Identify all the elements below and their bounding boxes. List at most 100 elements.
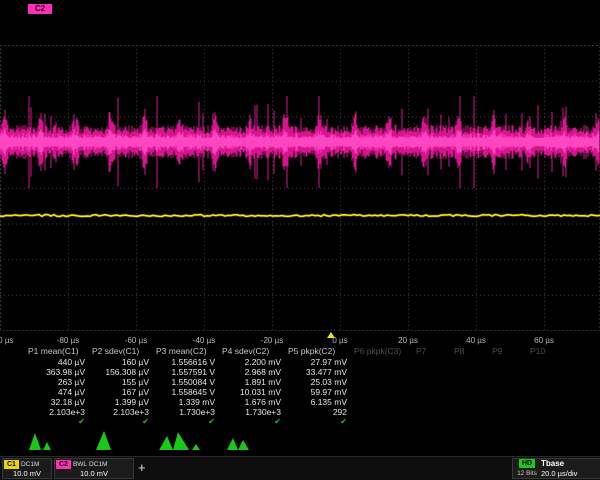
bits-label: 12 Bits <box>513 470 541 477</box>
measure-cell: 1.891 mV <box>220 377 286 387</box>
table-spacer <box>0 367 26 377</box>
measure-cell <box>352 357 414 367</box>
bottom-bar: C1 DC1M 10.0 mV C2 BWL DC1M 10.0 mV + HD… <box>0 456 600 480</box>
measure-column-header[interactable]: P6 pkpk(C3) <box>352 346 414 357</box>
c2-scale-value: 10.0 mV <box>55 469 133 478</box>
status-check-icon: ✔ <box>154 417 220 427</box>
measure-column-header[interactable]: P5 pkpk(C2) <box>286 346 352 357</box>
histicon-P3[interactable] <box>158 429 204 451</box>
timebase-value: 20.0 µs/div <box>541 469 600 478</box>
measure-cell: 263 µV <box>26 377 90 387</box>
measure-cell: 1.556616 V <box>154 357 220 367</box>
measure-cell <box>414 377 452 387</box>
measure-cell <box>352 407 414 417</box>
measure-cell: 25.03 mV <box>286 377 352 387</box>
status-check-icon <box>414 417 452 427</box>
timebase-label: Tbase <box>541 459 600 468</box>
measure-cell <box>414 357 452 367</box>
measure-cell <box>414 397 452 407</box>
c1-scale-value: 10.0 mV <box>3 469 51 478</box>
histicon-P4[interactable] <box>224 429 270 451</box>
status-check-icon <box>352 417 414 427</box>
time-axis-label: 20 µs <box>398 336 418 345</box>
measure-cell <box>490 387 528 397</box>
measure-cell: 2.103e+3 <box>90 407 154 417</box>
measure-cell: 155 µV <box>90 377 154 387</box>
measure-cell: 156.308 µV <box>90 367 154 377</box>
add-trace-button[interactable]: + <box>138 459 146 477</box>
c2-bwl-label: BWL <box>73 461 87 468</box>
measure-cell <box>490 377 528 387</box>
c2-coupling-label: DC1M <box>89 461 107 468</box>
measure-cell: 1.399 µV <box>90 397 154 407</box>
waveform-display[interactable] <box>0 45 600 331</box>
measure-column-header[interactable]: P4 sdev(C2) <box>220 346 286 357</box>
measure-cell <box>528 387 568 397</box>
status-check-icon: ✔ <box>220 417 286 427</box>
measure-cell: 6.135 mV <box>286 397 352 407</box>
measure-cell: 440 µV <box>26 357 90 367</box>
time-axis-label: -80 µs <box>57 336 79 345</box>
measure-cell <box>352 397 414 407</box>
table-spacer <box>0 397 26 407</box>
measure-column-header[interactable]: P9 <box>490 346 528 357</box>
oscilloscope-screen: C2 -100 µs-80 µs-60 µs-40 µs-20 µs0 µs20… <box>0 0 600 480</box>
time-axis-label: -60 µs <box>125 336 147 345</box>
measure-cell: 2.200 mV <box>220 357 286 367</box>
time-axis-label: -40 µs <box>193 336 215 345</box>
table-spacer <box>0 357 26 367</box>
measure-cell <box>490 397 528 407</box>
status-check-icon <box>490 417 528 427</box>
measure-cell: 2.968 mV <box>220 367 286 377</box>
measure-cell <box>452 407 490 417</box>
status-check-icon: ✔ <box>286 417 352 427</box>
histicon-P1[interactable] <box>26 429 72 451</box>
channel-descriptor-c1[interactable]: C1 DC1M 10.0 mV <box>2 458 52 479</box>
measure-column-header[interactable]: P10 <box>528 346 568 357</box>
table-spacer <box>0 346 26 357</box>
measure-column-header[interactable]: P3 mean(C2) <box>154 346 220 357</box>
measure-cell <box>490 357 528 367</box>
measure-cell <box>452 357 490 367</box>
measure-cell <box>490 407 528 417</box>
measure-cell <box>528 407 568 417</box>
measure-cell: 59.97 mV <box>286 387 352 397</box>
measure-cell: 167 µV <box>90 387 154 397</box>
measure-table: P1 mean(C1)P2 sdev(C1)P3 mean(C2)P4 sdev… <box>0 346 600 427</box>
measure-cell: 160 µV <box>90 357 154 367</box>
time-axis-label: 40 µs <box>466 336 486 345</box>
measure-cell: 1.557591 V <box>154 367 220 377</box>
c2-chip: C2 <box>56 460 71 469</box>
channel-descriptor-c2[interactable]: C2 BWL DC1M 10.0 mV <box>54 458 134 479</box>
measure-cell: 33.477 mV <box>286 367 352 377</box>
c1-chip: C1 <box>4 460 19 469</box>
measure-cell: 10.031 mV <box>220 387 286 397</box>
measure-cell <box>414 367 452 377</box>
measure-column-header[interactable]: P1 mean(C1) <box>26 346 90 357</box>
measure-column-header[interactable]: P2 sdev(C1) <box>90 346 154 357</box>
table-spacer <box>0 387 26 397</box>
measure-cell <box>414 387 452 397</box>
measure-cell <box>452 377 490 387</box>
measure-cell: 1.339 mV <box>154 397 220 407</box>
waveform-area <box>0 45 600 331</box>
table-spacer <box>0 417 26 427</box>
measure-cell: 2.103e+3 <box>26 407 90 417</box>
table-spacer <box>0 377 26 387</box>
time-axis-label: 60 µs <box>534 336 554 345</box>
measure-cell <box>352 387 414 397</box>
measure-cell <box>452 367 490 377</box>
measure-column-header[interactable]: P8 <box>452 346 490 357</box>
histicon-row <box>0 429 600 452</box>
measure-cell: 27.97 mV <box>286 357 352 367</box>
measure-cell: 1.676 mV <box>220 397 286 407</box>
measure-cell <box>414 407 452 417</box>
trace-label-c2[interactable]: C2 <box>28 4 52 14</box>
c1-coupling-label: DC1M <box>21 461 39 468</box>
timebase-descriptor[interactable]: HD Tbase 12 Bits 20.0 µs/div <box>512 458 600 479</box>
histicon-P2[interactable] <box>92 429 138 451</box>
table-spacer <box>0 407 26 417</box>
measure-column-header[interactable]: P7 <box>414 346 452 357</box>
measure-cell: 1.550084 V <box>154 377 220 387</box>
measure-cell <box>528 367 568 377</box>
